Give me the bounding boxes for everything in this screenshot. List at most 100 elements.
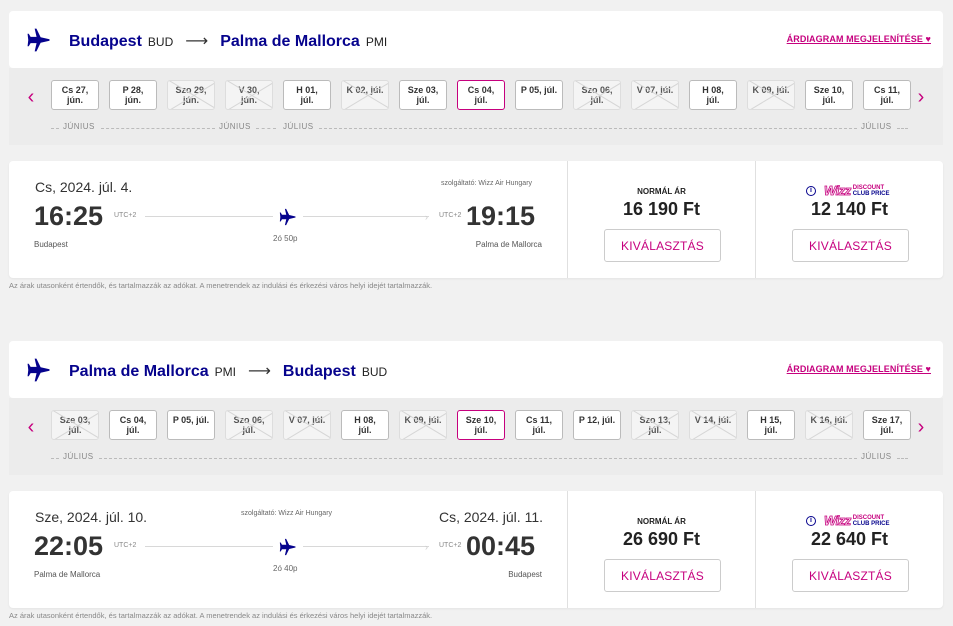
disclaimer-text: Az árak utasonként értendők, és tartalma… [9,611,433,620]
date-label-line2: jún. [67,95,83,105]
date-button[interactable]: H 08, júl. [341,410,389,440]
chevron-right-icon[interactable]: › [913,416,929,439]
arrival-date: Cs, 2024. júl. 11. [438,509,543,525]
date-button[interactable]: P 05, júl. [167,410,215,440]
price-diagram-link[interactable]: ÁRDIAGRAM MEGJELENÍTÉSE ♥ [787,34,931,44]
club-line2: CLUB PRICE [852,190,890,197]
month-label: JÚNIUS [61,122,97,131]
date-button[interactable]: H 15, júl. [747,410,795,440]
info-icon[interactable]: i [806,515,816,526]
date-label-line1: Sze 10, [813,85,845,95]
normal-price-label: NORMÁL ÁR [637,187,686,196]
date-label-line1: K 16, júl. [810,415,848,425]
outbound-date-list: Cs 27, jún. P 28, jún. Szo 29, jún. V 30, jún. H… [51,80,921,110]
date-button[interactable]: Sze 03, júl. [51,410,99,440]
date-label-line2: júl. [474,95,488,105]
date-button[interactable]: Szo 29, jún. [167,80,215,110]
club-price-column: i Wizz DISCOUNT CLUB PRICE 12 140 Ft KIV… [755,161,943,278]
date-label-line2: júl. [242,425,256,435]
departure-place: Budapest [34,240,68,249]
date-label-line1: V 07, júl. [288,415,326,425]
date-button[interactable]: Szo 06, júl. [573,80,621,110]
arrival-place: Budapest [508,570,542,579]
normal-price-column: NORMÁL ÁR 16 190 Ft KIVÁLASZTÁS [567,161,755,278]
arrival-utc: UTC+2 [439,212,462,219]
date-button[interactable]: K 09, júl. [399,410,447,440]
date-label-line2: júl. [880,95,894,105]
chevron-left-icon[interactable]: ‹ [23,416,39,439]
arrival-place: Palma de Mallorca [475,240,542,249]
date-label-line1: V 30, [238,85,260,95]
normal-price-column: NORMÁL ÁR 26 690 Ft KIVÁLASZTÁS [567,491,755,608]
date-button[interactable]: P 28, jún. [109,80,157,110]
date-label-line2: júl. [822,95,836,105]
club-price: 22 640 Ft [810,529,889,549]
normal-price: 26 690 Ft [622,529,701,549]
date-button[interactable]: V 07, júl. [631,80,679,110]
date-button[interactable]: Sze 10, júl. [457,410,505,440]
month-label: JÚLIUS [281,122,316,131]
flight-duration: 2ó 40p [273,564,298,573]
arrival-time: 19:15 [466,201,536,231]
select-normal-button[interactable]: KIVÁLASZTÁS [604,559,721,592]
to-city: Palma de Mallorca [220,33,360,50]
plane-icon [25,356,53,384]
plane-icon [278,207,298,227]
date-button[interactable]: Szo 06, júl. [225,410,273,440]
outbound-flight-card[interactable]: Cs, 2024. júl. 4. szolgáltató: Wizz Air … [9,161,943,278]
date-button[interactable]: Szo 13, júl. [631,410,679,440]
outbound-flight-section: Cs, 2024. júl. 4. szolgáltató: Wizz Air … [9,161,943,290]
operator-text: szolgáltató: Wizz Air Hungary [241,510,333,517]
select-club-button[interactable]: KIVÁLASZTÁS [792,229,909,262]
arrival-time: 00:45 [466,531,536,561]
select-normal-button[interactable]: KIVÁLASZTÁS [604,229,721,262]
date-label-line1: P 28, [122,85,144,95]
date-label-line1: Cs 27, [61,85,89,95]
date-label-line2: jún. [125,95,141,105]
from-city: Palma de Mallorca [69,363,209,380]
date-label-line1: H 08, [702,85,724,95]
date-label-line2: júl. [358,425,372,435]
departure-date: Cs, 2024. júl. 4. [35,179,133,195]
date-label-line1: Szo 06, [233,415,265,425]
date-button[interactable]: Cs 04, júl. [109,410,157,440]
date-button[interactable]: Cs 11, júl. [863,80,911,110]
date-button[interactable]: V 14, júl. [689,410,737,440]
flight-duration: 2ó 50p [273,234,298,243]
date-button[interactable]: Sze 17, júl. [863,410,911,440]
date-button[interactable]: Cs 11, júl. [515,410,563,440]
date-button[interactable]: P 05, júl. [515,80,563,110]
normal-price-label: NORMÁL ÁR [637,517,686,526]
inbound-flight-card[interactable]: Sze, 2024. júl. 10. szolgáltató: Wizz Ai… [9,491,943,608]
date-button[interactable]: H 01, júl. [283,80,331,110]
date-label-line2: júl. [706,95,720,105]
date-button[interactable]: Sze 10, júl. [805,80,853,110]
date-button[interactable]: V 07, júl. [283,410,331,440]
date-label-line1: V 14, júl. [694,415,732,425]
date-label-line2: júl. [764,425,778,435]
inbound-date-list: Sze 03, júl. Cs 04, júl. P 05, júl. Szo 06, jú… [51,410,921,440]
chevron-right-icon[interactable]: › [913,86,929,109]
chevron-left-icon[interactable]: ‹ [23,86,39,109]
date-label-line1: Sze 03, [407,85,439,95]
date-label-line1: Sze 10, [465,415,497,425]
month-label: JÚLIUS [859,122,894,131]
from-code: PMI [214,365,236,379]
price-diagram-link[interactable]: ÁRDIAGRAM MEGJELENÍTÉSE ♥ [787,364,931,374]
select-club-button[interactable]: KIVÁLASZTÁS [792,559,909,592]
date-label-line1: H 01, [296,85,318,95]
date-button[interactable]: Cs 04, júl. [457,80,505,110]
info-icon[interactable]: i [806,185,816,196]
date-button[interactable]: K 16, júl. [805,410,853,440]
month-label: JÚNIUS [217,122,253,131]
date-button[interactable]: Cs 27, jún. [51,80,99,110]
date-button[interactable]: P 12, júl. [573,410,621,440]
date-button[interactable]: H 08, júl. [689,80,737,110]
date-button[interactable]: K 09, júl. [747,80,795,110]
operator-text: szolgáltató: Wizz Air Hungary [441,180,533,187]
date-button[interactable]: Sze 03, júl. [399,80,447,110]
outbound-section: Budapest BUD ⟶ Palma de Mallorca PMI ÁRD… [9,11,943,145]
outbound-route: Budapest BUD ⟶ Palma de Mallorca PMI [69,31,387,51]
date-button[interactable]: V 30, jún. [225,80,273,110]
date-button[interactable]: K 02, júl. [341,80,389,110]
